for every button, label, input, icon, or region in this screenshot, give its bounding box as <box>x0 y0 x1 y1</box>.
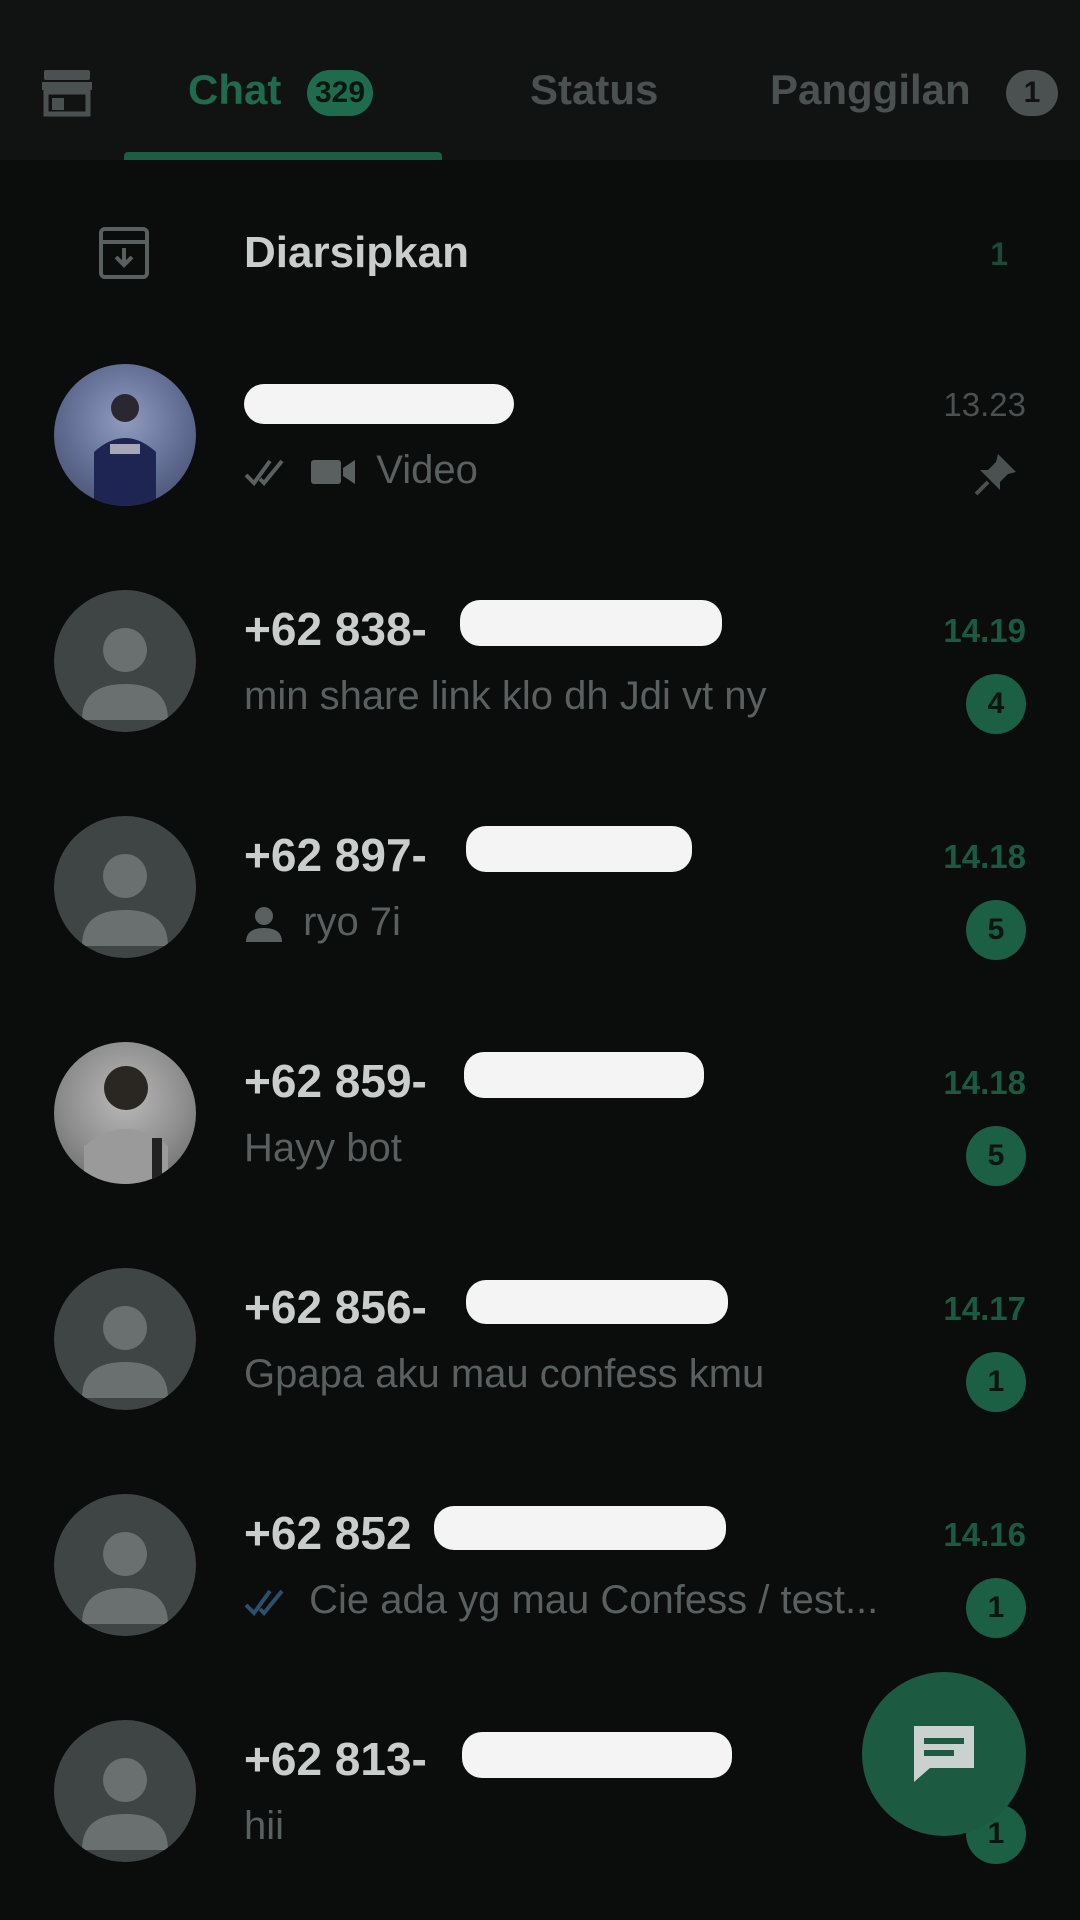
tab-chat[interactable]: Chat <box>188 66 281 114</box>
unread-badge: 5 <box>966 900 1026 960</box>
chat-preview-text: Gpapa aku mau confess kmu <box>244 1352 765 1396</box>
default-avatar-icon <box>82 1532 168 1624</box>
chat-name: +62 856- <box>244 1281 427 1333</box>
redacted-name <box>466 1280 728 1324</box>
store-icon[interactable] <box>40 64 94 118</box>
chat-preview: min share link klo dh Jdi vt ny <box>244 674 766 719</box>
chat-name: +62 852 <box>244 1507 412 1559</box>
avatar[interactable] <box>54 1720 196 1862</box>
avatar[interactable] <box>54 816 196 958</box>
chat-name: +62 859- <box>244 1055 427 1107</box>
chat-preview-text: Cie ada yg mau Confess / test... <box>309 1578 879 1622</box>
tab-status[interactable]: Status <box>530 66 658 114</box>
redacted-name <box>462 1732 732 1778</box>
default-avatar-icon <box>82 1306 168 1398</box>
contact-icon <box>246 907 282 943</box>
chat-row[interactable]: +62 859- 14.18 Hayy bot 5 <box>0 1042 1080 1242</box>
person-photo <box>94 394 156 506</box>
chat-preview-text: hii <box>244 1804 285 1848</box>
video-icon <box>311 460 356 485</box>
redacted-name <box>466 826 692 872</box>
active-tab-indicator <box>124 152 442 160</box>
chat-row[interactable]: 13.23 Video <box>0 364 1080 564</box>
chat-row[interactable]: +62 897- 14.18 ryo 7i 5 <box>0 816 1080 1016</box>
redacted-name <box>434 1506 726 1550</box>
unread-badge: 1 <box>966 1578 1026 1638</box>
default-avatar-icon <box>82 628 168 720</box>
avatar[interactable] <box>54 1268 196 1410</box>
double-tick-icon <box>244 460 284 487</box>
chat-time: 14.16 <box>943 1516 1026 1553</box>
tab-calls[interactable]: Panggilan <box>770 66 971 114</box>
pin-icon <box>974 454 1016 496</box>
archive-icon <box>99 227 149 279</box>
chat-preview-text: min share link klo dh Jdi vt ny <box>244 674 767 718</box>
new-chat-button[interactable] <box>862 1672 1026 1836</box>
chat-time: 14.18 <box>943 1064 1026 1101</box>
chat-row[interactable]: +62 856- 14.17 Gpapa aku mau confess kmu… <box>0 1268 1080 1468</box>
chat-preview-text: Hayy bot <box>244 1126 402 1170</box>
chat-preview: hii <box>244 1804 284 1849</box>
redacted-name <box>244 384 514 424</box>
chat-time: 14.19 <box>943 612 1026 649</box>
archived-count: 1 <box>990 236 1008 272</box>
chat-preview: Cie ada yg mau Confess / test... <box>244 1578 878 1623</box>
calls-count-badge: 1 <box>1006 70 1058 116</box>
avatar[interactable] <box>54 1494 196 1636</box>
chat-preview-text: ryo 7i <box>303 900 401 944</box>
chat-name: +62 838- <box>244 603 427 655</box>
double-tick-icon <box>244 1590 284 1617</box>
chat-preview-text: Video <box>376 448 478 492</box>
avatar[interactable] <box>54 590 196 732</box>
chat-name: +62 813- <box>244 1733 427 1785</box>
chat-time: 13.23 <box>943 386 1026 423</box>
archived-label: Diarsipkan <box>244 228 469 277</box>
chat-time: 14.17 <box>943 1290 1026 1327</box>
archived-row[interactable]: Diarsipkan 1 <box>0 200 1080 310</box>
person-photo <box>84 1066 168 1184</box>
unread-badge: 5 <box>966 1126 1026 1186</box>
default-avatar-icon <box>82 854 168 946</box>
redacted-name <box>464 1052 704 1098</box>
chat-time: 14.18 <box>943 838 1026 875</box>
chat-count-badge: 329 <box>307 70 373 116</box>
unread-badge: 1 <box>966 1352 1026 1412</box>
chat-preview: Video <box>244 448 478 493</box>
unread-badge: 4 <box>966 674 1026 734</box>
top-tab-bar: Chat 329 Status Panggilan 1 <box>0 0 1080 160</box>
avatar[interactable] <box>54 364 196 506</box>
chat-preview: ryo 7i <box>244 900 401 945</box>
chat-row[interactable]: +62 838- 14.19 min share link klo dh Jdi… <box>0 590 1080 790</box>
default-avatar-icon <box>82 1758 168 1850</box>
redacted-name <box>460 600 722 646</box>
chat-name: +62 897- <box>244 829 427 881</box>
chat-preview: Gpapa aku mau confess kmu <box>244 1352 764 1397</box>
avatar[interactable] <box>54 1042 196 1184</box>
chat-preview: Hayy bot <box>244 1126 402 1171</box>
new-chat-icon <box>914 1726 974 1782</box>
chat-row[interactable]: +62 852 14.16 Cie ada yg mau Confess / t… <box>0 1494 1080 1694</box>
